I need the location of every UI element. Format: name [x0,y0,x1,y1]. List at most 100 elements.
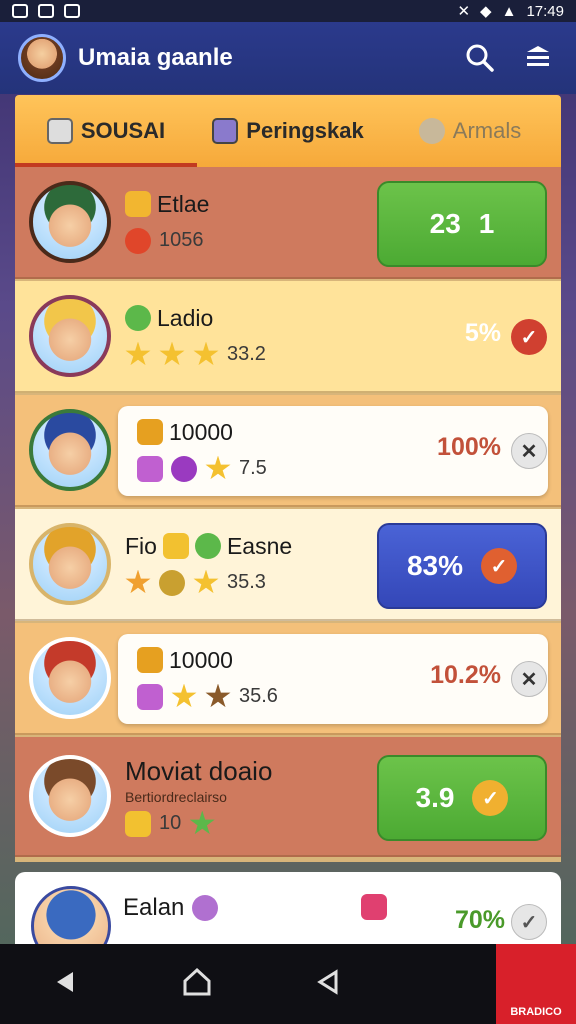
map-icon [212,118,239,144]
player-stat: 35.3 [227,571,266,593]
star-icon [125,569,151,594]
player-stat: 35.6 [239,685,278,707]
gem-icon [192,895,219,921]
search-button[interactable] [460,38,500,78]
player-avatar [29,295,111,377]
menu-icon [527,46,549,66]
tab-peringskak[interactable]: Peringskak [197,95,379,167]
star-icon [205,683,231,708]
percent-value: 5% [464,319,501,347]
signal-icon: ▲ [501,2,517,20]
player-name: 10000 [169,646,233,673]
list-item[interactable]: Ladio 33.2 5% ✓ [15,281,561,393]
profile-avatar[interactable] [18,34,66,82]
score-value: 83% [406,550,464,581]
bottom-list-item[interactable]: Ealan 70% ✓ [15,872,561,952]
star-icon [205,455,231,480]
chevron-down-icon: ✓ [472,780,509,816]
system-nav-bar [0,944,576,1024]
player-stat: 7.5 [239,457,267,479]
heart-icon [125,227,151,254]
recents-icon [317,968,338,995]
back-button[interactable] [51,968,79,1001]
mute-icon: ✕ [457,3,471,20]
tab-bar: SOUSAI Peringskak Armals [15,95,561,167]
promo-badge[interactable]: BRADICO [496,944,576,1024]
player-name: Easne [226,532,293,559]
gem-icon [171,455,197,482]
tab-label: SOUSAI [80,118,166,143]
score-button[interactable]: 83% ✓ [377,523,547,609]
potion-icon [137,683,163,710]
crown-icon [162,533,189,559]
sword-icon [137,647,163,673]
star-icon [159,341,185,366]
score-button[interactable]: 23 1 [377,181,547,267]
home-icon [183,967,211,995]
score-value: 23 [429,208,461,239]
leaf-icon [194,533,221,559]
star-icon [189,810,215,835]
check-button[interactable]: ✓ [511,904,547,940]
dismiss-button[interactable]: ✕ [511,661,547,697]
player-list: Etlae 1056 23 1 Ladio 33.2 5% ✓ 10000 7.… [15,167,561,862]
player-stat: 1056 [159,229,204,251]
player-avatar [29,755,111,837]
player-name: Moviat doaio [125,755,273,786]
player-stat: 33.2 [227,343,266,365]
player-avatar [29,409,111,491]
star-icon [193,341,219,366]
player-avatar [31,886,111,952]
status-right: ✕ ◆ ▲ 17:49 [457,2,564,21]
list-item[interactable]: Fio Easne 35.3 83% ✓ [15,509,561,621]
player-stat: 10 [159,812,182,834]
score-value-secondary: 1 [478,208,495,239]
star-icon [125,341,151,366]
chevron-down-icon: ✓ [520,911,538,934]
list-item[interactable]: 10000 35.6 10.2% ✕ [15,623,561,735]
image-icon [38,4,54,18]
menu-button[interactable] [518,38,558,78]
tab-sousai[interactable]: SOUSAI [15,95,197,167]
player-name-prefix: Fio [125,532,157,559]
message-icon [64,4,80,18]
player-name: Ladio [157,304,214,331]
star-icon [193,569,219,594]
score-value: 3.9 [415,782,455,813]
player-avatar [29,181,111,263]
tab-armals[interactable]: Armals [379,95,561,167]
cards-icon [46,118,73,144]
gold-icon [125,810,151,837]
home-button[interactable] [182,967,212,1002]
check-button[interactable]: ✓ [511,319,547,355]
recents-button[interactable] [314,968,342,1001]
potion-icon [137,455,163,482]
dismiss-button[interactable]: ✕ [511,433,547,469]
close-icon: ✕ [520,440,538,463]
wings-icon [125,191,151,217]
search-icon [466,44,494,72]
tab-label: Armals [452,118,522,143]
player-name: 10000 [169,418,233,445]
tab-label: Peringskak [246,118,364,143]
app-header: Umaia gaanle [0,22,576,94]
percent-value: 10.2% [430,661,501,689]
percent-value: 70% [454,906,505,934]
percent-value: 100% [437,433,501,461]
close-icon: ✕ [520,668,538,691]
back-icon [57,971,74,992]
list-item[interactable]: 10000 7.5 100% ✕ [15,395,561,507]
leaf-icon [125,305,151,331]
gift-icon [137,419,163,445]
status-bar: ✕ ◆ ▲ 17:49 [0,0,576,22]
chevron-down-icon: ✓ [481,548,518,584]
notification-icon [12,4,28,18]
list-item[interactable]: Moviat doaio Bertiordreclairso 10 3.9 ✓ [15,737,561,857]
player-name: Etlae [157,190,210,217]
status-left [12,4,80,18]
player-avatar [29,637,111,719]
score-button[interactable]: 3.9 ✓ [377,755,547,841]
wifi-icon: ◆ [480,3,492,20]
chevron-down-icon: ✓ [520,326,538,349]
list-item[interactable]: Etlae 1056 23 1 [15,167,561,279]
